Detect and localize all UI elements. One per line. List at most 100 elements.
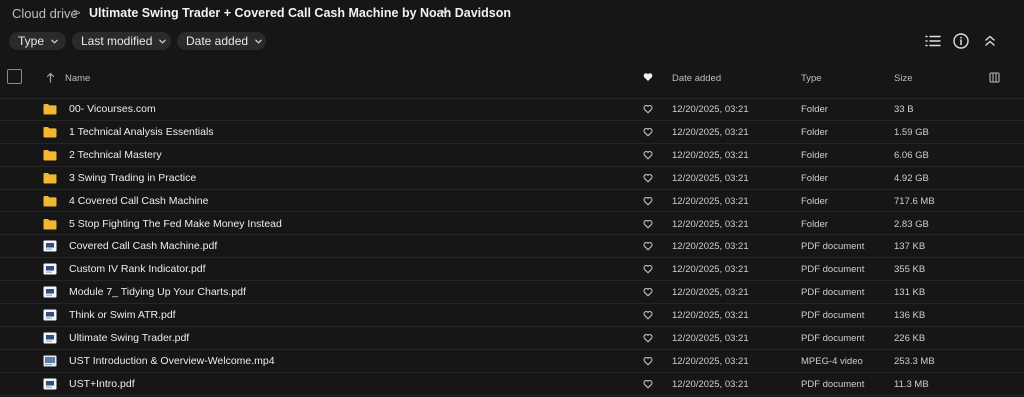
heart-outline-icon[interactable] — [643, 241, 653, 251]
file-type: Folder — [801, 149, 828, 161]
column-header-size[interactable]: Size — [894, 73, 912, 84]
pdf-thumbnail-icon — [43, 309, 57, 321]
breadcrumb: Cloud drive > Ultimate Swing Trader + Co… — [0, 0, 1024, 26]
file-name[interactable]: UST Introduction & Overview-Welcome.mp4 — [69, 355, 275, 367]
filter-date-added-button[interactable]: Date added — [177, 32, 266, 50]
pdf-thumbnail-icon — [43, 286, 57, 298]
breadcrumb-root-link[interactable]: Cloud drive — [12, 6, 78, 21]
filter-label: Date added — [186, 34, 249, 48]
file-name[interactable]: Custom IV Rank Indicator.pdf — [69, 263, 206, 275]
table-row[interactable]: Module 7_ Tidying Up Your Charts.pdf 12/2… — [0, 281, 1024, 305]
file-name[interactable]: 4 Covered Call Cash Machine — [69, 195, 208, 207]
select-all-checkbox[interactable] — [7, 69, 22, 84]
file-date-added: 12/20/2025, 03:21 — [672, 241, 749, 253]
heart-outline-icon[interactable] — [643, 310, 653, 320]
file-date-added: 12/20/2025, 03:21 — [672, 355, 749, 367]
file-type: Folder — [801, 218, 828, 230]
sort-arrow-up-icon[interactable] — [46, 72, 55, 83]
file-size: 253.3 MB — [894, 355, 935, 367]
file-name[interactable]: 1 Technical Analysis Essentials — [69, 126, 214, 138]
file-name[interactable]: Module 7_ Tidying Up Your Charts.pdf — [69, 286, 246, 298]
heart-outline-icon[interactable] — [643, 219, 653, 229]
file-size: 33 B — [894, 104, 914, 115]
file-size: 2.83 GB — [894, 218, 929, 230]
filter-label: Type — [18, 34, 45, 48]
file-date-added: 12/20/2025, 03:21 — [672, 333, 749, 344]
pdf-thumbnail-icon — [43, 332, 57, 344]
table-row[interactable]: 4 Covered Call Cash Machine 12/20/2025, 0… — [0, 190, 1024, 213]
pdf-thumbnail-icon — [43, 240, 57, 252]
info-icon[interactable] — [952, 32, 970, 50]
file-size: 11.3 MB — [894, 378, 929, 390]
table-row[interactable]: 00- Vicourses.com 12/20/2025, 03:21 Folder… — [0, 98, 1024, 121]
file-size: 131 KB — [894, 287, 926, 299]
heart-filled-icon[interactable] — [643, 72, 653, 82]
collapse-icon[interactable] — [981, 32, 999, 50]
table-row[interactable]: 1 Technical Analysis Essentials 12/20/202… — [0, 121, 1024, 144]
column-header-type[interactable]: Type — [801, 73, 822, 84]
column-header-date-added[interactable]: Date added — [672, 73, 721, 84]
list-view-icon[interactable] — [924, 32, 942, 50]
chevron-down-icon[interactable] — [439, 6, 451, 18]
video-thumbnail-icon — [43, 355, 57, 367]
table-row[interactable]: 2 Technical Mastery 12/20/2025, 03:21 Fold… — [0, 144, 1024, 167]
heart-outline-icon[interactable] — [643, 150, 653, 160]
file-size: 137 KB — [894, 241, 926, 253]
file-type: Folder — [801, 126, 828, 138]
table-row[interactable]: 3 Swing Trading in Practice 12/20/2025, 0… — [0, 167, 1024, 190]
file-size: 136 KB — [894, 310, 926, 322]
folder-icon — [43, 126, 57, 138]
pdf-thumbnail-icon — [43, 263, 57, 275]
file-size: 226 KB — [894, 333, 926, 344]
table-row[interactable]: Custom IV Rank Indicator.pdf 12/20/2025, … — [0, 258, 1024, 282]
table-row[interactable]: Think or Swim ATR.pdf 12/20/2025, 03:21 PD… — [0, 304, 1024, 327]
file-date-added: 12/20/2025, 03:21 — [672, 264, 749, 276]
column-header-name[interactable]: Name — [65, 73, 90, 84]
heart-outline-icon[interactable] — [643, 196, 653, 206]
heart-outline-icon[interactable] — [643, 356, 653, 366]
file-type: PDF document — [801, 310, 865, 322]
file-name[interactable]: 3 Swing Trading in Practice — [69, 172, 196, 184]
file-type: PDF document — [801, 264, 865, 276]
file-date-added: 12/20/2025, 03:21 — [672, 104, 749, 115]
file-size: 355 KB — [894, 264, 926, 276]
file-type: Folder — [801, 104, 828, 115]
table-row[interactable]: Covered Call Cash Machine.pdf 12/20/2025,… — [0, 235, 1024, 259]
file-date-added: 12/20/2025, 03:21 — [672, 195, 749, 207]
file-date-added: 12/20/2025, 03:21 — [672, 126, 749, 138]
file-name[interactable]: Ultimate Swing Trader.pdf — [69, 332, 189, 344]
folder-icon — [43, 104, 57, 115]
heart-outline-icon[interactable] — [643, 104, 653, 114]
file-name[interactable]: 00- Vicourses.com — [69, 103, 156, 115]
heart-outline-icon[interactable] — [643, 333, 653, 343]
file-date-added: 12/20/2025, 03:21 — [672, 172, 749, 184]
table-row[interactable]: 5 Stop Fighting The Fed Make Money Inste… — [0, 213, 1024, 236]
heart-outline-icon[interactable] — [643, 173, 653, 183]
file-name[interactable]: 2 Technical Mastery — [69, 149, 162, 161]
file-name[interactable]: Think or Swim ATR.pdf — [69, 309, 176, 321]
table-row[interactable]: UST Introduction & Overview-Welcome.mp4 1… — [0, 350, 1024, 373]
file-date-added: 12/20/2025, 03:21 — [672, 149, 749, 161]
chevron-down-icon — [159, 39, 167, 44]
filter-type-button[interactable]: Type — [9, 32, 66, 50]
heart-outline-icon[interactable] — [643, 127, 653, 137]
columns-settings-icon[interactable] — [989, 72, 1000, 83]
file-name[interactable]: 5 Stop Fighting The Fed Make Money Inste… — [69, 218, 282, 230]
heart-outline-icon[interactable] — [643, 287, 653, 297]
table-row[interactable]: UST+Intro.pdf 12/20/2025, 03:21 PDF docume… — [0, 373, 1024, 396]
filter-last-modified-button[interactable]: Last modified — [72, 32, 171, 50]
file-type: PDF document — [801, 378, 865, 390]
filter-label: Last modified — [81, 34, 153, 48]
heart-outline-icon[interactable] — [643, 264, 653, 274]
heart-outline-icon[interactable] — [643, 379, 653, 389]
file-type: Folder — [801, 195, 828, 207]
breadcrumb-separator: > — [73, 5, 81, 20]
folder-icon — [43, 149, 57, 161]
file-name[interactable]: UST+Intro.pdf — [69, 378, 135, 390]
table-row[interactable]: Ultimate Swing Trader.pdf 12/20/2025, 03:… — [0, 327, 1024, 350]
file-type: Folder — [801, 172, 828, 184]
folder-icon — [43, 195, 57, 207]
file-size: 1.59 GB — [894, 126, 929, 138]
file-size: 6.06 GB — [894, 149, 929, 161]
file-name[interactable]: Covered Call Cash Machine.pdf — [69, 240, 217, 252]
